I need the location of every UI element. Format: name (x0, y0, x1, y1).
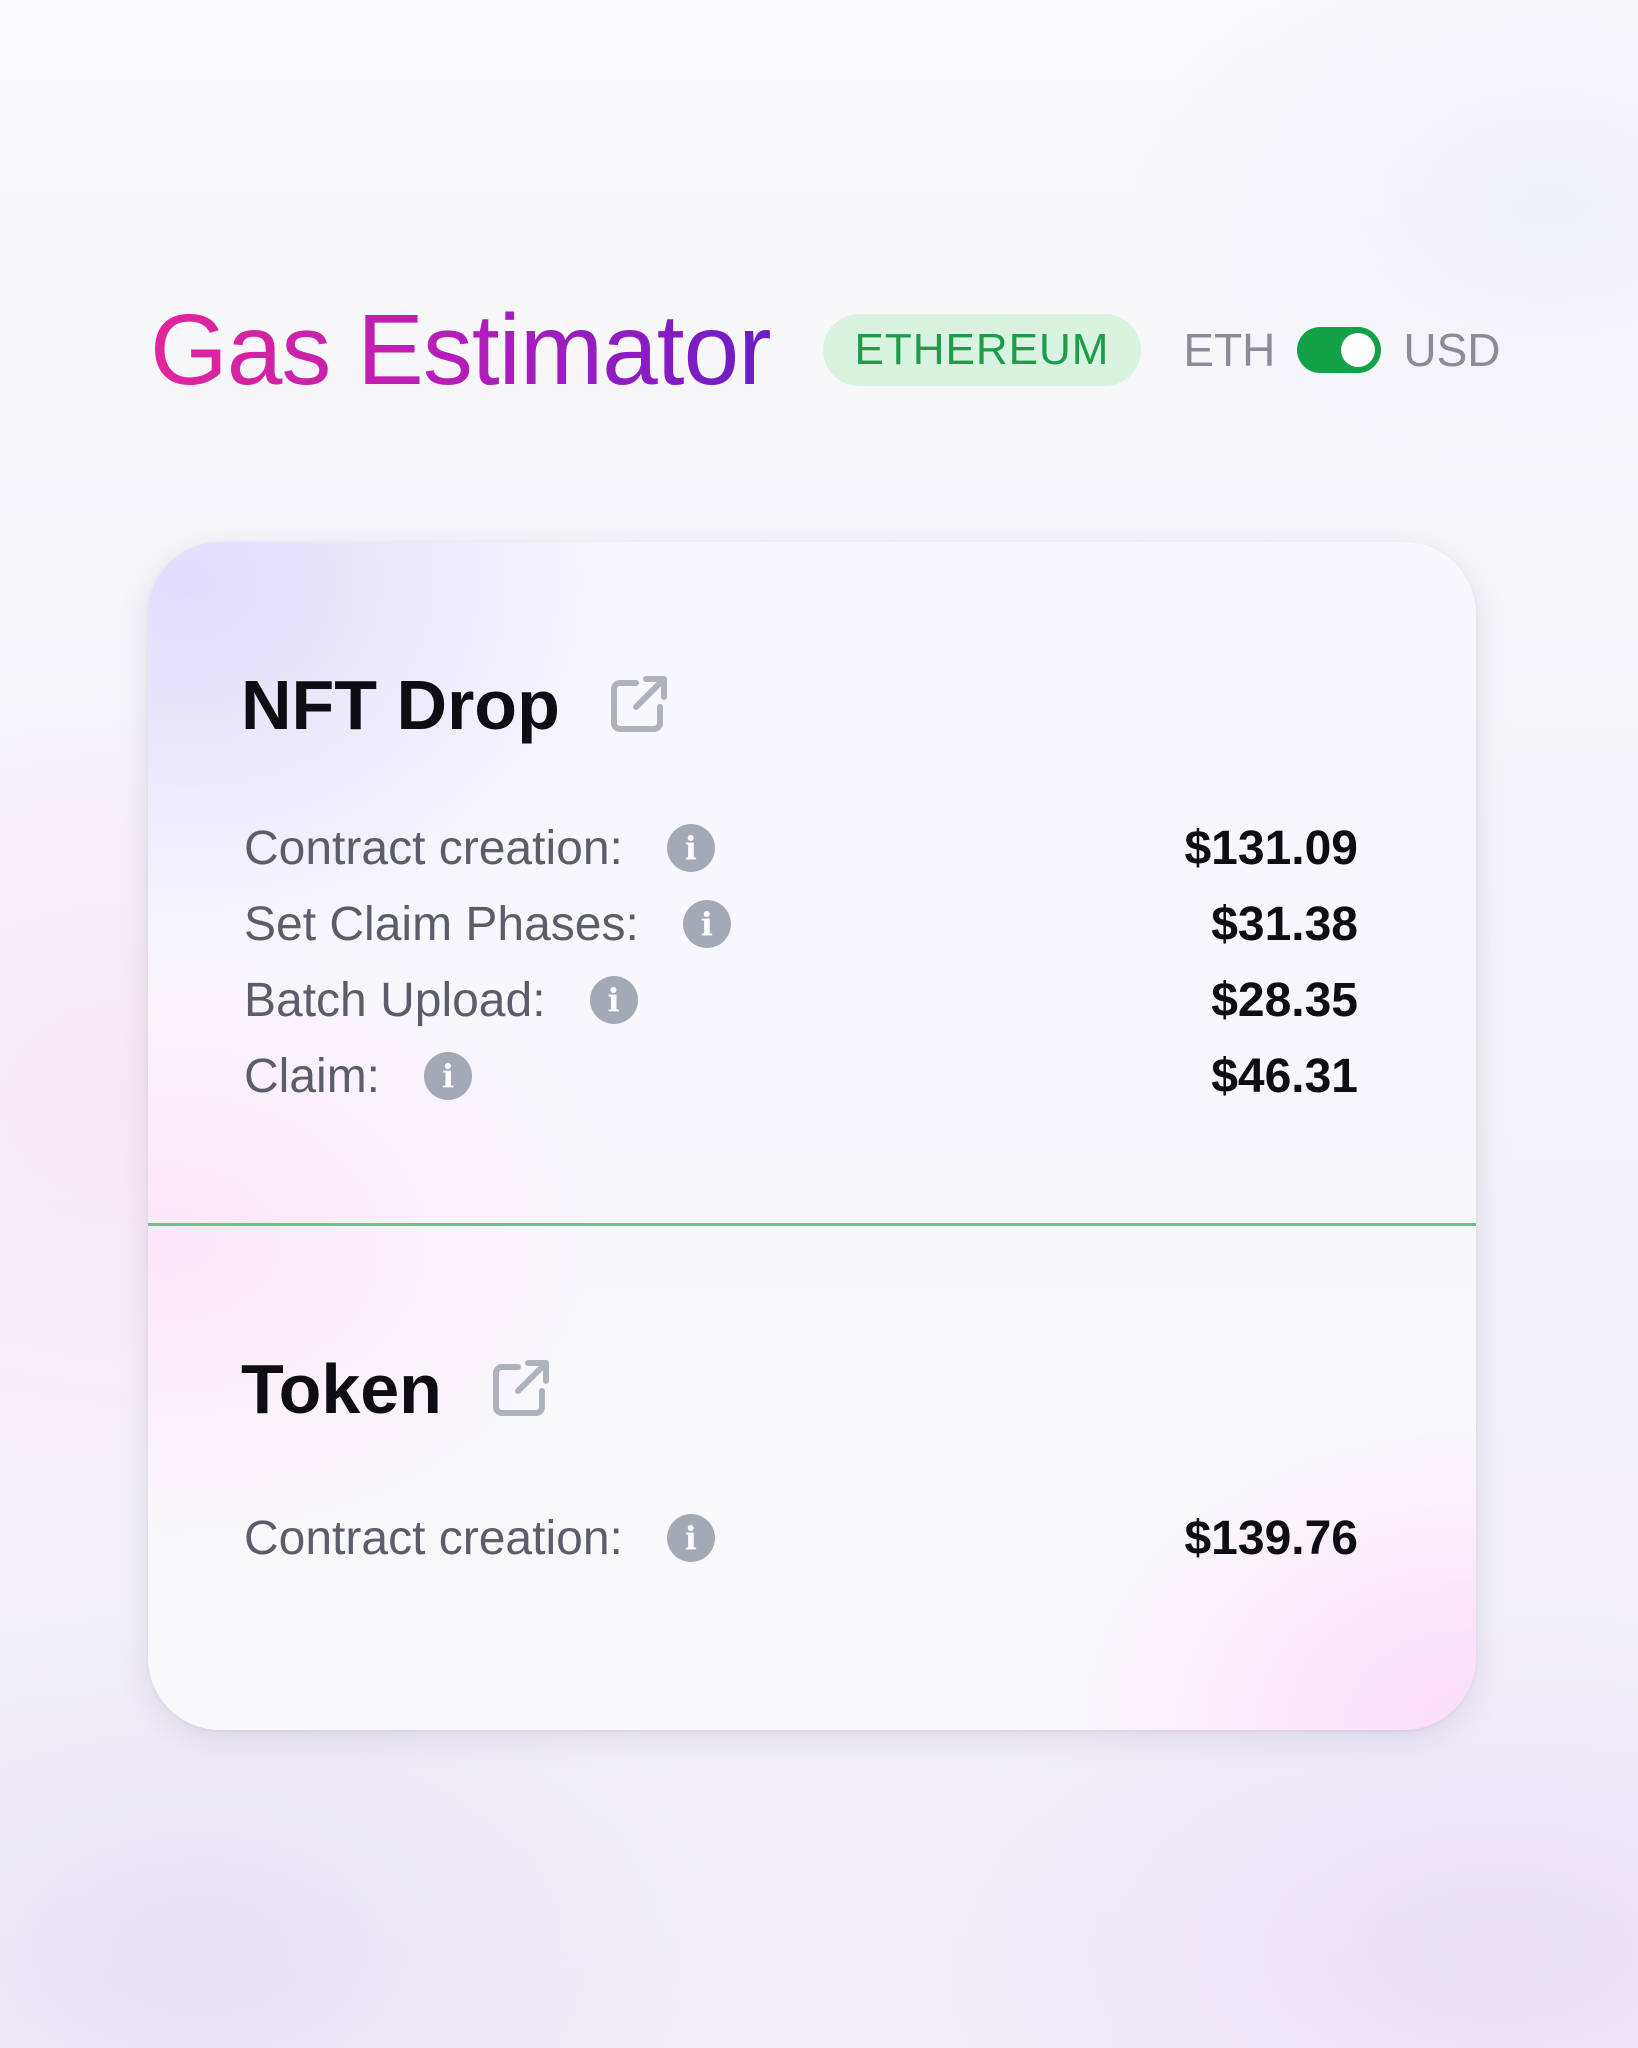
row-label: Contract creation: (244, 1511, 623, 1565)
row-value: $139.76 (1184, 1511, 1358, 1565)
info-icon[interactable]: i (666, 824, 715, 872)
row-label: Set Claim Phases: (244, 897, 639, 951)
list-item: Contract creation: i $139.76 (244, 1500, 1358, 1576)
section-header: Token (241, 1354, 552, 1424)
currency-toggle[interactable]: ETH USD (1183, 323, 1500, 377)
page-header: Gas Estimator ETHEREUM ETH USD (150, 290, 1501, 410)
section-title: NFT Drop (241, 666, 560, 744)
row-label: Batch Upload: (244, 973, 546, 1027)
external-link-icon[interactable] (488, 1357, 552, 1421)
section-nft-drop: NFT Drop Contract creation: i $131.09 Se… (148, 542, 1476, 1224)
row-label: Claim: (244, 1049, 381, 1103)
currency-label-eth: ETH (1183, 324, 1276, 376)
cost-list: Contract creation: i $131.09 Set Claim P… (244, 810, 1358, 1114)
external-link-icon[interactable] (606, 673, 670, 737)
list-item: Contract creation: i $131.09 (244, 810, 1358, 886)
row-value: $131.09 (1184, 821, 1358, 875)
list-item: Set Claim Phases: i $31.38 (244, 886, 1358, 962)
section-header: NFT Drop (241, 670, 670, 740)
row-value: $28.35 (1211, 973, 1358, 1027)
section-title: Token (241, 1350, 442, 1428)
info-icon[interactable]: i (424, 1052, 473, 1100)
row-label: Contract creation: (244, 821, 623, 875)
switch-knob (1341, 333, 1376, 367)
list-item: Batch Upload: i $28.35 (244, 962, 1358, 1038)
section-token: Token Contract creation: i $139.76 (148, 1226, 1476, 1730)
row-value: $46.31 (1211, 1049, 1358, 1103)
info-icon[interactable]: i (666, 1514, 715, 1562)
info-icon[interactable]: i (589, 976, 638, 1024)
cost-list: Contract creation: i $139.76 (244, 1500, 1358, 1576)
gas-estimate-card: NFT Drop Contract creation: i $131.09 Se… (148, 542, 1476, 1730)
info-icon[interactable]: i (682, 900, 731, 948)
currency-label-usd: USD (1403, 324, 1501, 376)
network-badge[interactable]: ETHEREUM (822, 314, 1142, 386)
page-title: Gas Estimator (150, 294, 771, 406)
row-value: $31.38 (1211, 897, 1358, 951)
list-item: Claim: i $46.31 (244, 1038, 1358, 1114)
currency-switch[interactable] (1297, 327, 1382, 373)
